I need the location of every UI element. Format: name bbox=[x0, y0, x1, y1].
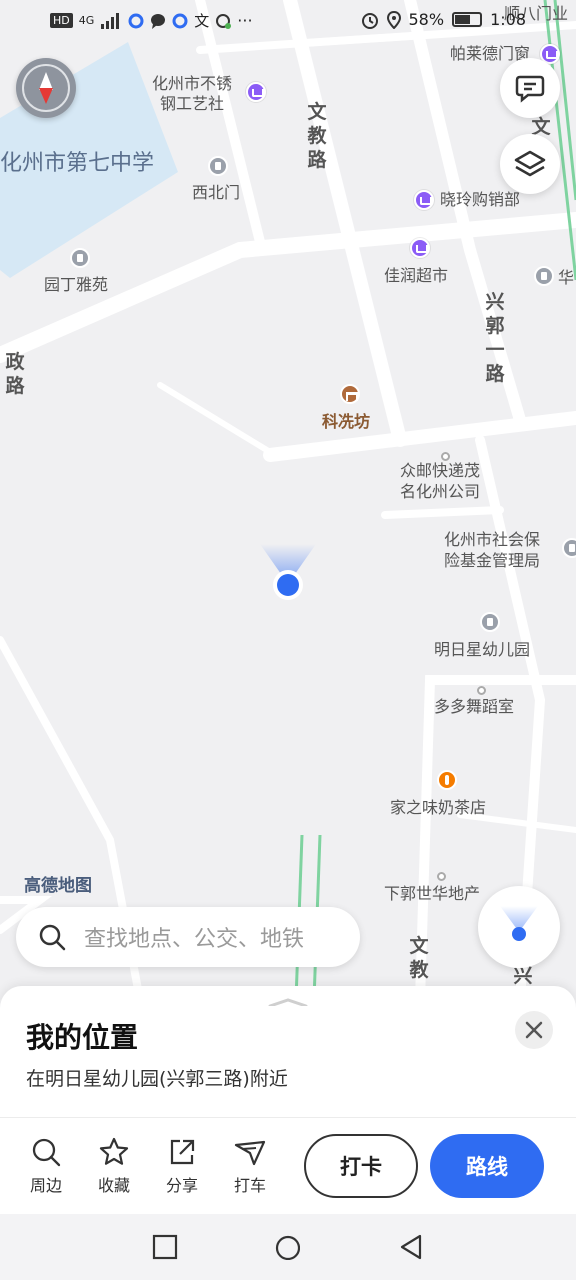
poi-label-shebao[interactable]: 化州市社会保 险基金管理局 bbox=[444, 529, 540, 571]
dot-icon[interactable] bbox=[477, 686, 486, 695]
feedback-button[interactable] bbox=[500, 58, 560, 118]
locate-button[interactable] bbox=[478, 886, 560, 968]
back-icon[interactable] bbox=[398, 1234, 424, 1260]
nearby-button[interactable]: 周边 bbox=[18, 1136, 74, 1196]
government-icon[interactable] bbox=[562, 538, 576, 558]
poi-label-xiaoling[interactable]: 晓玲购销部 bbox=[440, 190, 520, 210]
poi-label-zhongyou[interactable]: 众邮快递茂 名化州公司 bbox=[400, 460, 480, 502]
message-icon bbox=[515, 75, 545, 103]
poi-label-yuanding[interactable]: 园丁雅苑 bbox=[44, 275, 108, 295]
alarm-icon bbox=[361, 12, 378, 29]
poi-label-xiaguo[interactable]: 下郭世华地产 bbox=[384, 884, 480, 904]
compass-button[interactable] bbox=[16, 58, 76, 118]
landmark-icon[interactable] bbox=[340, 384, 360, 404]
share-label: 分享 bbox=[165, 1176, 198, 1195]
poi-label-hua[interactable]: 华 bbox=[558, 268, 574, 288]
nearby-label: 周边 bbox=[29, 1176, 62, 1195]
poi-label-jiarun[interactable]: 佳润超市 bbox=[384, 266, 448, 286]
sheet-subtitle: 在明日星幼儿园(兴郭三路)附近 bbox=[26, 1068, 288, 1090]
status-left: HD 4G 文 ··· bbox=[50, 10, 253, 31]
app-notification-icon bbox=[128, 13, 144, 28]
road-label-xingguo-1: 兴郭一路 bbox=[485, 291, 505, 385]
app-notification-icon bbox=[172, 13, 188, 28]
chat-icon bbox=[216, 13, 232, 29]
message-icon bbox=[151, 13, 166, 29]
checkin-button[interactable]: 打卡 bbox=[304, 1134, 418, 1198]
shop-icon[interactable] bbox=[410, 238, 430, 258]
network-type: 4G bbox=[78, 14, 95, 27]
recent-apps-icon[interactable] bbox=[152, 1234, 178, 1260]
location-marker bbox=[260, 544, 316, 600]
layers-icon bbox=[514, 150, 546, 177]
poi-label-duoduo[interactable]: 多多舞蹈室 bbox=[434, 697, 514, 717]
map-canvas[interactable]: 化州市第七中学 文教路 兴郭一路 政路 文教 兴 文 化州市不锈 钢工艺社 西北… bbox=[0, 0, 576, 1000]
road-label-left: 政路 bbox=[5, 351, 25, 397]
sheet-title: 我的位置 bbox=[26, 1021, 139, 1054]
close-button[interactable] bbox=[515, 1011, 553, 1049]
food-icon[interactable] bbox=[437, 770, 457, 790]
search-bar[interactable]: 查找地点、公交、地铁 bbox=[16, 907, 360, 967]
layers-button[interactable] bbox=[500, 134, 560, 194]
road-network bbox=[0, 0, 576, 1000]
status-bar: HD 4G 文 ··· 58% 1:08 bbox=[0, 0, 576, 40]
taxi-icon bbox=[234, 1140, 266, 1166]
share-button[interactable]: 分享 bbox=[154, 1136, 210, 1196]
favorite-label: 收藏 bbox=[97, 1176, 130, 1195]
home-icon[interactable] bbox=[274, 1234, 300, 1260]
translate-icon: 文 bbox=[194, 12, 210, 30]
road-label-wenjiao: 文教路 bbox=[307, 101, 327, 171]
dot-icon[interactable] bbox=[437, 872, 446, 881]
favorite-button[interactable]: 收藏 bbox=[86, 1136, 142, 1196]
taxi-button[interactable]: 打车 bbox=[222, 1136, 278, 1196]
search-placeholder: 查找地点、公交、地铁 bbox=[84, 927, 305, 952]
clock: 1:08 bbox=[490, 10, 526, 29]
more-notifications-icon: ··· bbox=[237, 11, 253, 30]
amap-logo: 高德地图 bbox=[24, 876, 92, 896]
taxi-label: 打车 bbox=[233, 1176, 266, 1195]
search-icon bbox=[39, 924, 66, 951]
residence-icon[interactable] bbox=[70, 248, 90, 268]
sheet-handle-icon[interactable] bbox=[268, 998, 308, 1006]
poi-label-mingrixing[interactable]: 明日星幼儿园 bbox=[434, 640, 530, 660]
tag-icon[interactable] bbox=[534, 266, 554, 286]
star-icon bbox=[99, 1137, 129, 1165]
route-button[interactable]: 路线 bbox=[430, 1134, 544, 1198]
school-icon[interactable] bbox=[480, 612, 500, 632]
compass-needle-south-icon bbox=[39, 88, 53, 104]
battery-icon bbox=[452, 12, 483, 27]
poi-label-kexianfang[interactable]: 科冼坊 bbox=[322, 412, 370, 432]
poi-label-stainless[interactable]: 化州市不锈 钢工艺社 bbox=[152, 74, 232, 114]
poi-label-xibeimen[interactable]: 西北门 bbox=[192, 183, 240, 203]
signal-icon bbox=[101, 12, 120, 29]
status-right: 58% 1:08 bbox=[361, 10, 526, 29]
sheet-divider bbox=[0, 1117, 576, 1118]
location-sheet[interactable]: 我的位置 在明日星幼儿园(兴郭三路)附近 周边 收藏 分享 打车 打卡 路线 bbox=[0, 986, 576, 1214]
gate-icon[interactable] bbox=[208, 156, 228, 176]
road-label-wenjiao-bottom: 文教 bbox=[409, 935, 429, 981]
share-icon bbox=[170, 1139, 195, 1165]
locate-icon bbox=[500, 906, 538, 941]
poi-label-jiazhiwei[interactable]: 家之味奶茶店 bbox=[390, 798, 486, 818]
search-icon bbox=[32, 1138, 61, 1167]
shop-icon[interactable] bbox=[414, 190, 434, 210]
battery-percent: 58% bbox=[408, 10, 445, 29]
shop-icon[interactable] bbox=[246, 82, 266, 102]
close-icon bbox=[525, 1021, 543, 1039]
location-status-icon bbox=[386, 10, 401, 29]
school-area-label: 化州市第七中学 bbox=[0, 151, 155, 176]
hd-badge: HD bbox=[50, 13, 73, 28]
system-nav-bar bbox=[0, 1214, 576, 1280]
